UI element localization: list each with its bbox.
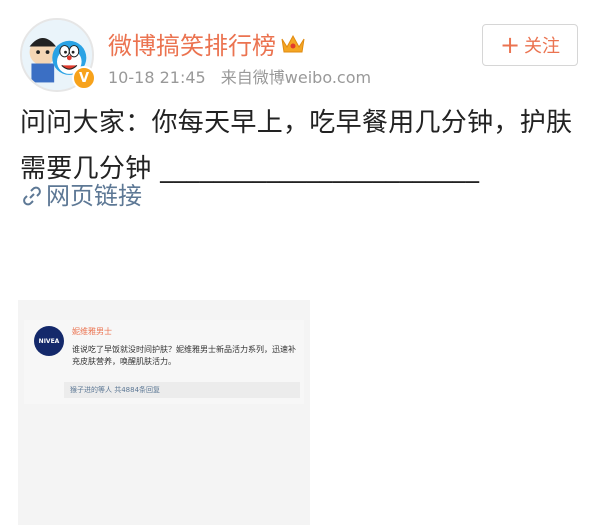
user-name[interactable]: 微博搞笑排行榜 [108, 26, 306, 61]
crown-icon [280, 33, 306, 55]
embedded-weibo-card: NIVEA 妮维雅男士 谁说吃了早饭就没时间护肤？妮维雅男士新品活力系列，迅速补… [24, 320, 304, 404]
web-link-label: 网页链接 [46, 182, 142, 210]
follow-button[interactable]: + 关注 [482, 24, 578, 66]
embedded-user-name: 妮维雅男士 [72, 327, 112, 336]
post-timestamp: 10-18 21:45 [108, 68, 206, 87]
follow-label: 关注 [524, 36, 561, 57]
nivea-logo: NIVEA [34, 326, 64, 356]
post-image[interactable]: NIVEA 妮维雅男士 谁说吃了早饭就没时间护肤？妮维雅男士新品活力系列，迅速补… [18, 300, 310, 525]
plus-icon: + [499, 31, 521, 59]
link-icon [22, 184, 42, 205]
post-meta: 10-18 21:45 来自微博weibo.com [108, 64, 381, 88]
post-source: 来自微博weibo.com [220, 68, 372, 87]
embedded-comment: 猴子进的等人 共4884条回复 [64, 382, 300, 398]
web-link[interactable]: 网页链接 [22, 176, 142, 211]
verified-badge-icon: V [72, 66, 96, 90]
user-name-text[interactable]: 微博搞笑排行榜 [108, 26, 276, 61]
embedded-text: 谁说吃了早饭就没时间护肤？妮维雅男士新品活力系列，迅速补充皮肤营养，唤醒肌肤活力… [72, 345, 296, 366]
